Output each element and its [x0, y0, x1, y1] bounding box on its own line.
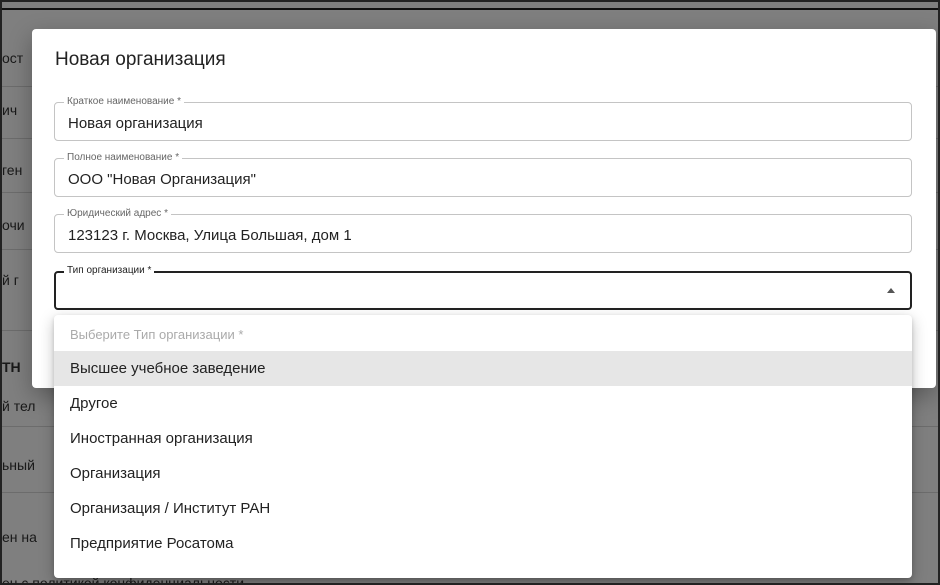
short-name-label: Краткое наименование *: [64, 96, 184, 108]
app-frame: ост ич ген очи й г ТН й тел ьный ен на е…: [0, 0, 940, 585]
legal-address-label: Юридический адрес *: [64, 208, 171, 220]
organization-type-menu: Выберите Тип организации * Высшее учебно…: [54, 315, 912, 578]
short-name-field[interactable]: Краткое наименование * Новая организация: [54, 96, 912, 141]
menu-option[interactable]: Организация: [54, 456, 912, 491]
menu-option[interactable]: Организация / Институт РАН: [54, 491, 912, 526]
full-name-field[interactable]: Полное наименование * ООО "Новая Организ…: [54, 152, 912, 197]
legal-address-field[interactable]: Юридический адрес * 123123 г. Москва, Ул…: [54, 208, 912, 253]
organization-type-select[interactable]: Тип организации *: [54, 265, 912, 310]
menu-option[interactable]: Иностранная организация: [54, 421, 912, 456]
menu-option[interactable]: Предприятие Росатома: [54, 526, 912, 561]
menu-placeholder: Выберите Тип организации *: [70, 327, 244, 342]
dialog-title: Новая организация: [55, 49, 226, 70]
legal-address-value[interactable]: 123123 г. Москва, Улица Большая, дом 1: [68, 227, 352, 244]
organization-type-label: Тип организации *: [64, 265, 155, 277]
chevron-up-icon[interactable]: [887, 288, 895, 293]
menu-option[interactable]: Другое: [54, 386, 912, 421]
short-name-value[interactable]: Новая организация: [68, 115, 203, 132]
full-name-value[interactable]: ООО "Новая Организация": [68, 171, 256, 188]
menu-option[interactable]: Высшее учебное заведение: [54, 351, 912, 386]
full-name-label: Полное наименование *: [64, 152, 183, 164]
